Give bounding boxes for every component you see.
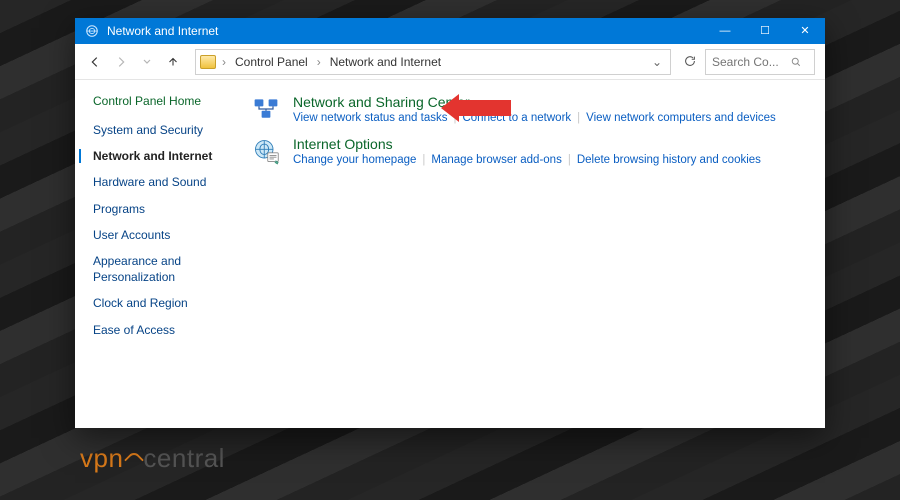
sidebar-item-1[interactable]: Network and Internet [93,148,233,164]
sidebar-item-2[interactable]: Hardware and Sound [93,174,233,190]
internet-options-link-1[interactable]: Manage browser add-ons [431,154,561,166]
sidebar-item-5[interactable]: Appearance and Personalization [93,253,233,285]
forward-button[interactable] [111,52,131,72]
sidebar-item-0[interactable]: System and Security [93,122,233,138]
close-button[interactable]: ✕ [785,18,825,44]
network-icon [83,22,101,40]
minimize-button[interactable]: — [705,18,745,44]
refresh-button[interactable] [683,54,699,70]
sidebar-item-4[interactable]: User Accounts [93,227,233,243]
internet-options-title[interactable]: Internet Options [293,136,761,152]
category-internet-options: Internet Options Change your homepage|Man… [249,136,805,166]
folder-icon [200,55,216,69]
control-panel-window: Network and Internet — ☐ ✕ › Control Pan… [75,18,825,428]
network-sharing-center-link-2[interactable]: View network computers and devices [586,112,776,124]
wifi-icon [124,445,142,467]
sidebar-item-7[interactable]: Ease of Access [93,322,233,338]
network-sharing-center-link-1[interactable]: Connect to a network [462,112,571,124]
network-sharing-center-icon [249,94,283,124]
category-network-sharing-center: Network and Sharing Center View network s… [249,94,805,124]
address-bar[interactable]: › Control Panel › Network and Internet ⌄ [195,49,671,75]
network-sharing-center-link-0[interactable]: View network status and tasks [293,112,447,124]
sidebar-item-6[interactable]: Clock and Region [93,295,233,311]
breadcrumb-current[interactable]: Network and Internet [327,53,444,71]
window-titlebar[interactable]: Network and Internet — ☐ ✕ [75,18,825,44]
search-input[interactable] [712,55,784,69]
address-dropdown-icon[interactable]: ⌄ [648,55,666,69]
search-box[interactable] [705,49,815,75]
sidebar: Control Panel Home System and Security Ne… [75,80,245,428]
internet-options-link-2[interactable]: Delete browsing history and cookies [577,154,761,166]
main-content: Network and Sharing Center View network s… [245,80,825,428]
network-sharing-center-title[interactable]: Network and Sharing Center [293,94,776,110]
internet-options-link-0[interactable]: Change your homepage [293,154,416,166]
breadcrumb-root[interactable]: Control Panel [232,53,311,71]
internet-options-links: Change your homepage|Manage browser add-… [293,154,761,166]
network-sharing-center-links: View network status and tasks|Connect to… [293,112,776,124]
chevron-right-icon: › [317,55,321,69]
back-button[interactable] [85,52,105,72]
watermark-logo: vpncentral [80,443,225,474]
chevron-right-icon: › [222,55,226,69]
search-icon [790,56,802,68]
recent-dropdown-icon[interactable] [137,52,157,72]
sidebar-item-3[interactable]: Programs [93,201,233,217]
up-button[interactable] [163,52,183,72]
maximize-button[interactable]: ☐ [745,18,785,44]
navigation-bar: › Control Panel › Network and Internet ⌄ [75,44,825,80]
sidebar-header[interactable]: Control Panel Home [93,94,233,108]
window-title: Network and Internet [107,24,705,38]
internet-options-icon [249,136,283,166]
